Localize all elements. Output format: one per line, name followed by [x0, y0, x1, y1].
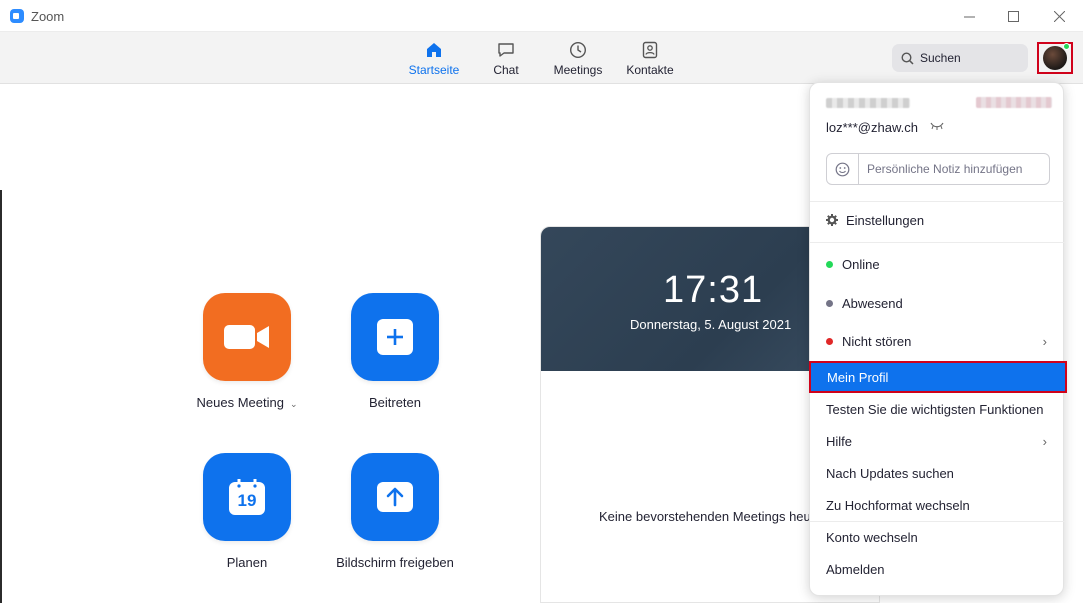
personal-note-field[interactable] [826, 153, 1050, 185]
menu-item-label: Konto wechseln [826, 529, 918, 545]
menu-item-label: Zu Hochformat wechseln [826, 497, 970, 513]
plus-icon [377, 319, 413, 355]
menu-item-label: Einstellungen [846, 212, 925, 228]
share-screen-button[interactable] [351, 453, 439, 541]
menu-item-switch-account[interactable]: Konto wechseln [810, 522, 1065, 552]
tab-chat[interactable]: Chat [486, 40, 526, 80]
no-meetings-text: Keine bevorstehenden Meetings heu [599, 509, 811, 524]
tab-label: Startseite [408, 63, 460, 77]
schedule-label: Planen [226, 555, 268, 570]
menu-item-label: Mein Profil [827, 369, 889, 385]
menu-item-label: Nach Updates suchen [826, 465, 954, 481]
top-navigation: Startseite Chat Meetings Kontakte Suchen [0, 32, 1083, 84]
tab-label: Kontakte [626, 63, 674, 77]
menu-item-sign-out[interactable]: Abmelden [810, 554, 1065, 584]
divider [810, 242, 1065, 243]
zoom-window: Zoom Startseite Chat Meetings Kontakte S… [0, 0, 1083, 603]
video-camera-icon [224, 325, 269, 349]
menu-item-my-profile[interactable]: Mein Profil [809, 361, 1067, 393]
minimize-button[interactable] [953, 5, 985, 27]
menu-item-label: Hilfe [826, 433, 853, 449]
join-button[interactable] [351, 293, 439, 381]
window-edge [0, 190, 2, 603]
close-window-button[interactable] [1043, 5, 1075, 27]
maximize-button[interactable] [997, 5, 1029, 27]
calendar-icon: 19 [229, 479, 265, 515]
menu-item-try-features[interactable]: Testen Sie die wichtigsten Funktionen [810, 394, 1065, 424]
title-bar: Zoom [0, 0, 1083, 32]
home-icon [424, 40, 444, 60]
join-label: Beitreten [368, 395, 422, 410]
share-screen-icon [377, 482, 413, 512]
minimize-icon [963, 16, 975, 17]
tab-kontakte[interactable]: Kontakte [624, 40, 676, 80]
clock-icon [568, 40, 588, 60]
hide-email-icon[interactable] [930, 122, 944, 133]
menu-item-portrait-mode[interactable]: Zu Hochformat wechseln [810, 490, 1065, 520]
maximize-icon [1007, 10, 1019, 22]
smiley-icon[interactable] [827, 154, 859, 184]
menu-item-label: Online [842, 256, 880, 272]
user-name-redacted [826, 98, 910, 108]
menu-item-status-away[interactable]: Abwesend [810, 288, 1065, 318]
menu-item-label: Abmelden [826, 561, 885, 577]
current-date: Donnerstag, 5. August 2021 [630, 317, 792, 332]
schedule-action[interactable]: 19 Planen [177, 453, 317, 570]
search-button[interactable]: Suchen [892, 44, 1028, 72]
close-icon [1053, 10, 1065, 22]
tab-label: Chat [493, 63, 519, 77]
share-screen-action[interactable]: Bildschirm freigeben [325, 453, 465, 570]
tab-startseite[interactable]: Startseite [408, 40, 460, 80]
join-action[interactable]: Beitreten [325, 293, 465, 410]
new-meeting-button[interactable] [203, 293, 291, 381]
zoom-logo-icon [10, 9, 24, 23]
contacts-icon [640, 40, 660, 60]
menu-item-label: Abwesend [842, 295, 903, 311]
divider [810, 201, 1065, 202]
chevron-right-icon: › [1042, 333, 1047, 349]
schedule-button[interactable]: 19 [203, 453, 291, 541]
menu-item-status-online[interactable]: Online [810, 249, 1065, 279]
chevron-right-icon: › [1042, 433, 1047, 449]
calendar-day: 19 [237, 491, 257, 510]
window-title: Zoom [31, 9, 65, 24]
search-icon [901, 51, 914, 65]
online-status-dot [826, 260, 833, 268]
chat-icon [496, 40, 516, 60]
menu-item-label: Testen Sie die wichtigsten Funktionen [826, 401, 1044, 417]
menu-item-status-dnd[interactable]: Nicht stören › [810, 326, 1065, 356]
do-not-disturb-icon [826, 337, 833, 345]
tab-meetings[interactable]: Meetings [550, 40, 606, 80]
new-meeting-action[interactable]: Neues Meeting ⌄ [177, 293, 317, 410]
gear-icon [826, 214, 838, 226]
license-badge-redacted [976, 97, 1052, 108]
personal-note-input[interactable] [867, 162, 1047, 176]
tab-label: Meetings [553, 63, 603, 77]
menu-item-help[interactable]: Hilfe › [810, 426, 1065, 456]
user-email: loz***@zhaw.ch [826, 120, 918, 135]
profile-menu: loz***@zhaw.ch Einstellungen Online Abwe… [809, 82, 1067, 596]
profile-avatar-button[interactable] [1037, 42, 1073, 74]
online-status-dot [1063, 43, 1070, 50]
menu-item-label: Nicht stören [842, 333, 912, 349]
menu-item-settings[interactable]: Einstellungen [810, 205, 1065, 235]
chevron-down-icon[interactable]: ⌄ [290, 399, 298, 409]
share-screen-label: Bildschirm freigeben [336, 555, 454, 570]
new-meeting-label: Neues Meeting [196, 395, 284, 410]
avatar [1043, 43, 1070, 70]
away-clock-icon [826, 299, 833, 307]
search-label: Suchen [920, 51, 961, 65]
menu-item-check-updates[interactable]: Nach Updates suchen [810, 458, 1065, 488]
